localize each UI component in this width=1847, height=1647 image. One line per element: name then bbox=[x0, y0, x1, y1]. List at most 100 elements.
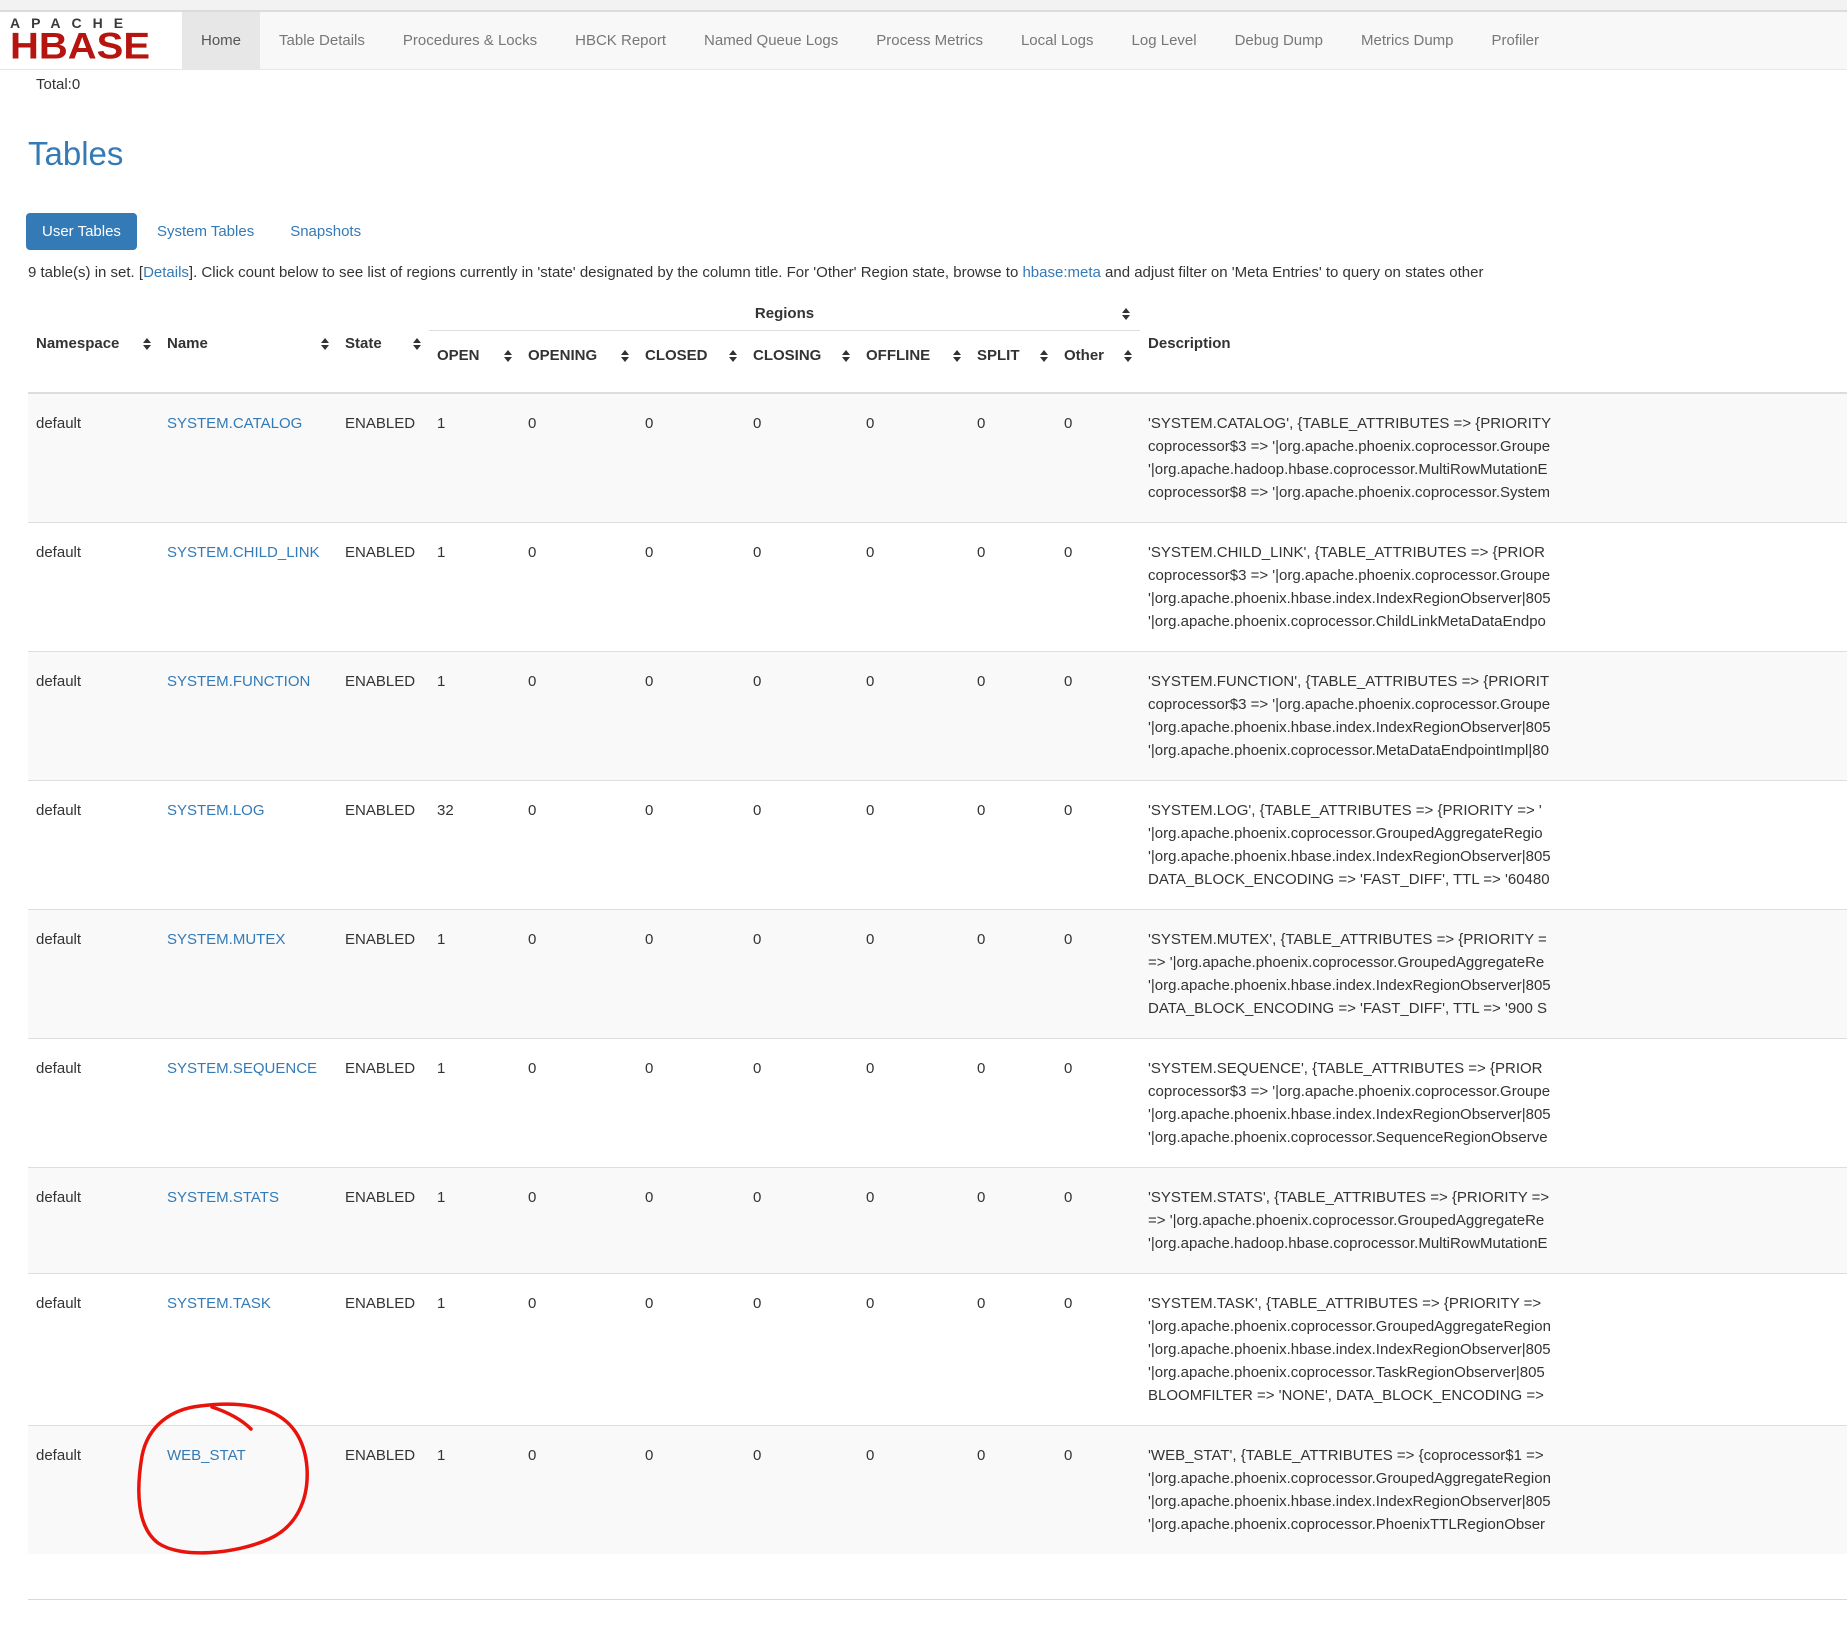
closing-count[interactable]: 0 bbox=[745, 1039, 858, 1168]
table-name-link[interactable]: WEB_STAT bbox=[167, 1447, 246, 1464]
open-count[interactable]: 1 bbox=[429, 1039, 520, 1168]
other-count[interactable]: 0 bbox=[1056, 523, 1140, 652]
opening-count[interactable]: 0 bbox=[520, 1039, 637, 1168]
col-header-other[interactable]: Other bbox=[1056, 331, 1140, 394]
closing-count[interactable]: 0 bbox=[745, 910, 858, 1039]
opening-count[interactable]: 0 bbox=[520, 1426, 637, 1555]
other-count[interactable]: 0 bbox=[1056, 1168, 1140, 1274]
col-header-closed[interactable]: CLOSED bbox=[637, 331, 745, 394]
sort-icon[interactable] bbox=[143, 338, 151, 350]
table-name-link[interactable]: SYSTEM.CHILD_LINK bbox=[167, 544, 320, 561]
opening-count[interactable]: 0 bbox=[520, 1168, 637, 1274]
split-count[interactable]: 0 bbox=[969, 1274, 1056, 1426]
split-count[interactable]: 0 bbox=[969, 781, 1056, 910]
open-count[interactable]: 1 bbox=[429, 523, 520, 652]
table-name-link[interactable]: SYSTEM.STATS bbox=[167, 1189, 279, 1206]
nav-item-local-logs[interactable]: Local Logs bbox=[1002, 12, 1113, 69]
opening-count[interactable]: 0 bbox=[520, 781, 637, 910]
other-count[interactable]: 0 bbox=[1056, 393, 1140, 523]
col-header-namespace[interactable]: Namespace bbox=[28, 295, 159, 393]
closed-count[interactable]: 0 bbox=[637, 1426, 745, 1555]
closing-count[interactable]: 0 bbox=[745, 652, 858, 781]
tab-snapshots[interactable]: Snapshots bbox=[274, 213, 377, 250]
nav-item-metrics-dump[interactable]: Metrics Dump bbox=[1342, 12, 1473, 69]
sort-icon[interactable] bbox=[1122, 308, 1130, 320]
opening-count[interactable]: 0 bbox=[520, 1274, 637, 1426]
sort-icon[interactable] bbox=[504, 350, 512, 362]
offline-count[interactable]: 0 bbox=[858, 523, 969, 652]
sort-icon[interactable] bbox=[621, 350, 629, 362]
nav-item-debug-dump[interactable]: Debug Dump bbox=[1216, 12, 1342, 69]
open-count[interactable]: 1 bbox=[429, 1168, 520, 1274]
other-count[interactable]: 0 bbox=[1056, 1039, 1140, 1168]
offline-count[interactable]: 0 bbox=[858, 1168, 969, 1274]
hbase-meta-link[interactable]: hbase:meta bbox=[1022, 264, 1100, 281]
open-count[interactable]: 1 bbox=[429, 1274, 520, 1426]
offline-count[interactable]: 0 bbox=[858, 781, 969, 910]
offline-count[interactable]: 0 bbox=[858, 1274, 969, 1426]
nav-item-profiler[interactable]: Profiler bbox=[1473, 12, 1559, 69]
nav-item-named-queue-logs[interactable]: Named Queue Logs bbox=[685, 12, 857, 69]
other-count[interactable]: 0 bbox=[1056, 1274, 1140, 1426]
open-count[interactable]: 32 bbox=[429, 781, 520, 910]
table-name-link[interactable]: SYSTEM.FUNCTION bbox=[167, 673, 310, 690]
open-count[interactable]: 1 bbox=[429, 652, 520, 781]
sort-icon[interactable] bbox=[842, 350, 850, 362]
split-count[interactable]: 0 bbox=[969, 393, 1056, 523]
other-count[interactable]: 0 bbox=[1056, 652, 1140, 781]
col-header-split[interactable]: SPLIT bbox=[969, 331, 1056, 394]
table-name-link[interactable]: SYSTEM.SEQUENCE bbox=[167, 1060, 317, 1077]
split-count[interactable]: 0 bbox=[969, 1039, 1056, 1168]
offline-count[interactable]: 0 bbox=[858, 652, 969, 781]
sort-icon[interactable] bbox=[729, 350, 737, 362]
split-count[interactable]: 0 bbox=[969, 910, 1056, 1039]
closed-count[interactable]: 0 bbox=[637, 781, 745, 910]
closed-count[interactable]: 0 bbox=[637, 1039, 745, 1168]
closed-count[interactable]: 0 bbox=[637, 1274, 745, 1426]
opening-count[interactable]: 0 bbox=[520, 652, 637, 781]
closed-count[interactable]: 0 bbox=[637, 1168, 745, 1274]
split-count[interactable]: 0 bbox=[969, 1426, 1056, 1555]
table-name-link[interactable]: SYSTEM.TASK bbox=[167, 1295, 271, 1312]
table-name-link[interactable]: SYSTEM.LOG bbox=[167, 802, 265, 819]
sort-icon[interactable] bbox=[413, 338, 421, 350]
nav-item-table-details[interactable]: Table Details bbox=[260, 12, 384, 69]
closing-count[interactable]: 0 bbox=[745, 781, 858, 910]
col-header-opening[interactable]: OPENING bbox=[520, 331, 637, 394]
nav-item-hbck-report[interactable]: HBCK Report bbox=[556, 12, 685, 69]
offline-count[interactable]: 0 bbox=[858, 1426, 969, 1555]
open-count[interactable]: 1 bbox=[429, 1426, 520, 1555]
nav-item-log-level[interactable]: Log Level bbox=[1113, 12, 1216, 69]
closing-count[interactable]: 0 bbox=[745, 523, 858, 652]
col-header-state[interactable]: State bbox=[337, 295, 429, 393]
opening-count[interactable]: 0 bbox=[520, 910, 637, 1039]
closing-count[interactable]: 0 bbox=[745, 1274, 858, 1426]
closed-count[interactable]: 0 bbox=[637, 393, 745, 523]
split-count[interactable]: 0 bbox=[969, 1168, 1056, 1274]
open-count[interactable]: 1 bbox=[429, 393, 520, 523]
closing-count[interactable]: 0 bbox=[745, 393, 858, 523]
sort-icon[interactable] bbox=[321, 338, 329, 350]
offline-count[interactable]: 0 bbox=[858, 910, 969, 1039]
hbase-logo[interactable]: APACHE HBASE bbox=[0, 12, 182, 69]
nav-item-home[interactable]: Home bbox=[182, 12, 260, 69]
col-header-open[interactable]: OPEN bbox=[429, 331, 520, 394]
sort-icon[interactable] bbox=[1124, 350, 1132, 362]
other-count[interactable]: 0 bbox=[1056, 1426, 1140, 1555]
col-header-offline[interactable]: OFFLINE bbox=[858, 331, 969, 394]
closing-count[interactable]: 0 bbox=[745, 1426, 858, 1555]
split-count[interactable]: 0 bbox=[969, 523, 1056, 652]
sort-icon[interactable] bbox=[1040, 350, 1048, 362]
other-count[interactable]: 0 bbox=[1056, 781, 1140, 910]
closing-count[interactable]: 0 bbox=[745, 1168, 858, 1274]
opening-count[interactable]: 0 bbox=[520, 523, 637, 652]
split-count[interactable]: 0 bbox=[969, 652, 1056, 781]
offline-count[interactable]: 0 bbox=[858, 1039, 969, 1168]
details-link[interactable]: Details bbox=[143, 264, 189, 281]
open-count[interactable]: 1 bbox=[429, 910, 520, 1039]
table-name-link[interactable]: SYSTEM.CATALOG bbox=[167, 415, 302, 432]
other-count[interactable]: 0 bbox=[1056, 910, 1140, 1039]
opening-count[interactable]: 0 bbox=[520, 393, 637, 523]
nav-item-procedures-locks[interactable]: Procedures & Locks bbox=[384, 12, 556, 69]
col-header-closing[interactable]: CLOSING bbox=[745, 331, 858, 394]
